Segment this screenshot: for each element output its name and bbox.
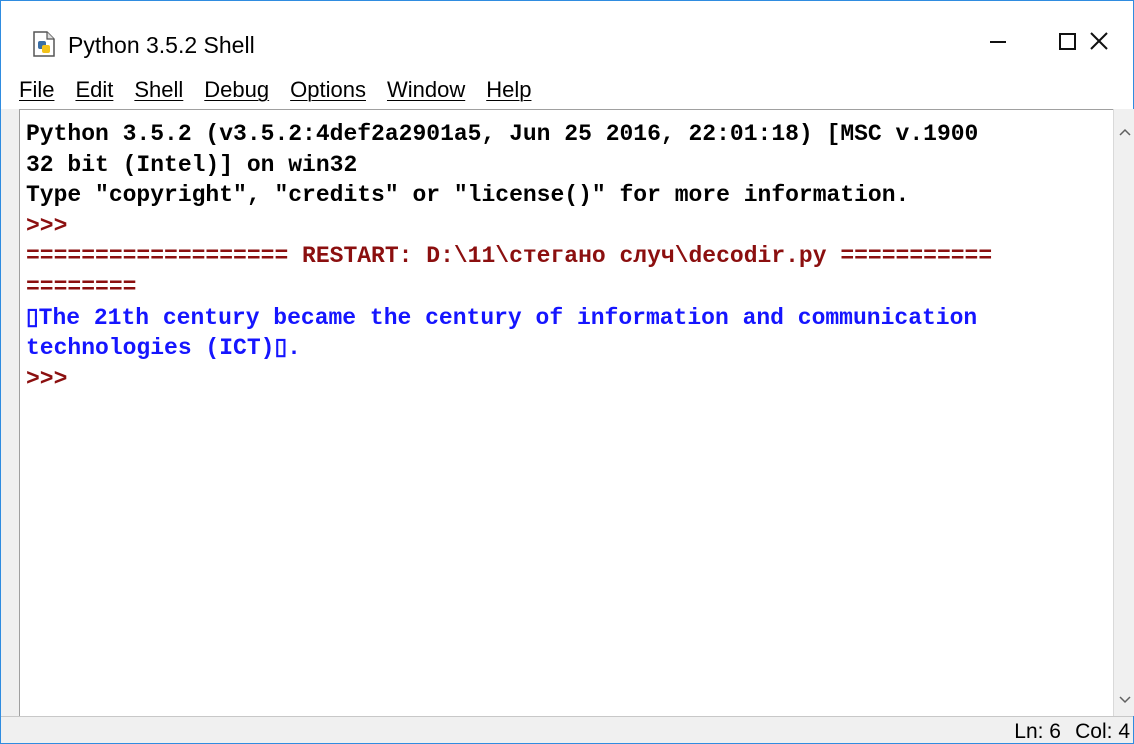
close-button[interactable] — [1064, 15, 1134, 67]
shell-restart-line: =================== RESTART: D:\11\стега… — [26, 243, 993, 270]
shell-line-platform: 32 bit (Intel)] on win32 — [26, 151, 358, 178]
scroll-up-arrow[interactable] — [1114, 121, 1134, 142]
shell-line-info: Type "copyright", "credits" or "license(… — [26, 182, 910, 209]
menu-shell[interactable]: Shell — [134, 77, 183, 103]
menu-file[interactable]: File — [19, 77, 54, 103]
shell-text-area[interactable]: Python 3.5.2 (v3.5.2:4def2a2901a5, Jun 2… — [19, 109, 1113, 716]
shell-line-banner: Python 3.5.2 (v3.5.2:4def2a2901a5, Jun 2… — [26, 121, 979, 147]
shell-current-prompt: >>> — [26, 365, 68, 392]
shell-output: Python 3.5.2 (v3.5.2:4def2a2901a5, Jun 2… — [26, 119, 992, 394]
menu-help[interactable]: Help — [486, 77, 531, 103]
title-bar[interactable]: Python 3.5.2 Shell — [1, 1, 1133, 71]
status-bar: Ln: 6 Col: 4 — [1, 716, 1133, 743]
scroll-up-icon — [1118, 128, 1131, 136]
menu-window[interactable]: Window — [387, 77, 465, 103]
scroll-down-icon — [1118, 695, 1131, 703]
shell-output-line-continued: technologies (ICT)▯. — [26, 335, 301, 362]
minimize-button[interactable] — [963, 15, 1033, 67]
idle-shell-window: Python 3.5.2 Shell File Edit Shell Debug… — [0, 0, 1134, 744]
menu-bar: File Edit Shell Debug Options Window Hel… — [1, 71, 1133, 109]
python-file-icon — [33, 31, 55, 57]
line-indicator: Ln: 6 — [1014, 720, 1061, 743]
shell-output-line: ▯The 21th century became the century of … — [26, 304, 978, 331]
minimize-icon — [990, 41, 1006, 43]
window-title: Python 3.5.2 Shell — [68, 32, 255, 58]
shell-prompt: >>> — [26, 212, 68, 239]
scroll-down-arrow[interactable] — [1114, 689, 1134, 710]
column-indicator: Col: 4 — [1075, 720, 1130, 743]
close-icon — [1090, 32, 1108, 50]
menu-options[interactable]: Options — [290, 77, 366, 103]
menu-debug[interactable]: Debug — [204, 77, 269, 103]
vertical-scrollbar[interactable] — [1113, 109, 1134, 716]
shell-restart-line-continued: ======== — [26, 273, 137, 300]
menu-edit[interactable]: Edit — [75, 77, 113, 103]
